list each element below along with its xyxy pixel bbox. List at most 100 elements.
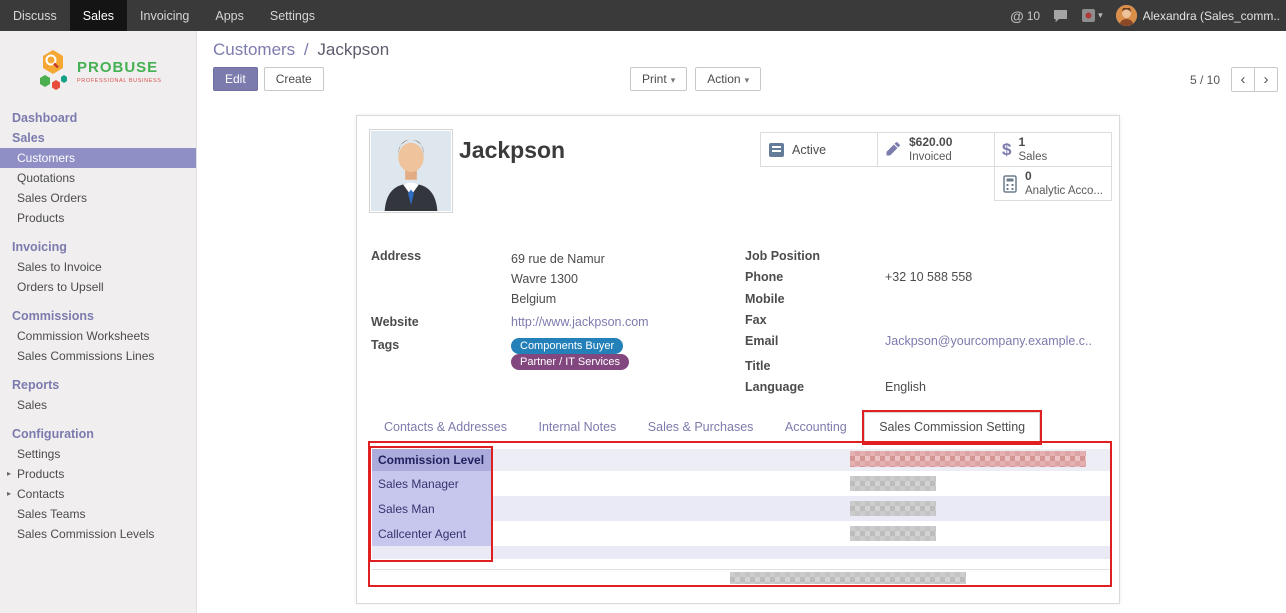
sales-stat-button[interactable]: $ 1 Sales [994,132,1112,167]
breadcrumb-current: Jackpson [317,40,389,59]
tag-partner-it-services[interactable]: Partner / IT Services [511,354,629,370]
chevron-right-icon: ▸ [7,489,11,498]
email-link[interactable]: Jackpson@yourcompany.example.c.. [885,334,1092,351]
tab-sales-commission-setting[interactable]: Sales Commission Setting [864,412,1040,443]
sidebar-item-settings[interactable]: Settings [0,444,196,464]
sidebar-item-customers[interactable]: Customers [0,148,196,168]
action-dropdown-button[interactable]: Action▾ [695,67,761,91]
pager-next-button[interactable]: › [1254,67,1278,92]
table-row-callcenter-agent[interactable]: Callcenter Agent [372,521,1111,546]
app-window: Discuss Sales Invoicing Apps Settings @ … [0,0,1286,613]
sidebar-item-quotations[interactable]: Quotations [0,168,196,188]
email-label: Email [745,334,885,351]
column-header-commission-level[interactable]: Commission Level [372,449,492,471]
sidebar-nav: Dashboard Sales Customers Quotations Sal… [0,108,196,544]
create-button[interactable]: Create [264,67,324,91]
tags-value: Components Buyer Partner / IT Services [511,338,634,370]
commission-level-cell[interactable]: Sales Man [372,496,492,521]
address-label: Address [371,249,511,309]
topbar-right: @ 10 ▾ Alexandra (Sales_comm.. [1010,5,1286,26]
analytic-accounts-stat-button[interactable]: 0 Analytic Acco... [994,166,1112,201]
customer-name-title: Jackpson [459,137,565,164]
menu-apps[interactable]: Apps [202,0,257,31]
analytic-count-value: 0 [1025,169,1032,184]
sidebar-item-sales-commission-levels[interactable]: Sales Commission Levels [0,524,196,544]
sidebar-section-invoicing[interactable]: Invoicing [0,237,196,257]
app-logo[interactable]: PROBUSE PROFESSIONAL BUSINESS [0,31,196,106]
top-bar: Discuss Sales Invoicing Apps Settings @ … [0,0,1286,31]
main-content: Customers / Jackpson Edit Create Print▾ … [197,31,1286,613]
sidebar-section-commissions[interactable]: Commissions [0,306,196,326]
mentions-button[interactable]: @ 10 [1010,8,1040,24]
job-position-label: Job Position [745,249,885,266]
invoiced-label: Invoiced [909,150,952,164]
form-buttons: Edit Create [213,67,324,91]
sales-count-label: Sales [1018,150,1047,164]
sidebar-section-reports[interactable]: Reports [0,375,196,395]
logo-title: PROBUSE [77,59,162,76]
phone-label: Phone [745,270,885,287]
dollar-icon: $ [1002,140,1011,160]
sidebar-item-sales-to-invoice[interactable]: Sales to Invoice [0,257,196,277]
tab-sales-purchases[interactable]: Sales & Purchases [634,413,768,442]
user-avatar [1116,5,1137,26]
sidebar-item-sales-teams[interactable]: Sales Teams [0,504,196,524]
redacted-header-block [850,451,1086,467]
sidebar-item-products[interactable]: Products [0,208,196,228]
table-row-sales-manager[interactable]: Sales Manager [372,471,1111,496]
sales-count-value: 1 [1018,135,1025,150]
website-link[interactable]: http://www.jackpson.com [511,315,649,332]
breadcrumb: Customers / Jackpson [213,40,389,60]
title-label: Title [745,359,885,376]
commission-level-cell[interactable]: Callcenter Agent [372,521,492,546]
debug-menu-button[interactable]: ▾ [1081,8,1103,23]
active-stat-button[interactable]: Active [760,132,878,167]
redacted-cell-block [850,476,936,491]
fields-left-column: Address 69 rue de Namur Wavre 1300 Belgi… [371,249,745,401]
commission-level-cell[interactable]: Sales Manager [372,471,492,496]
analytic-count-label: Analytic Acco... [1025,184,1103,198]
sidebar-section-sales[interactable]: Sales [0,128,196,148]
table-row-sales-man[interactable]: Sales Man [372,496,1111,521]
active-stat-label: Active [792,143,826,157]
probuse-logo-icon [36,48,70,94]
menu-sales[interactable]: Sales [70,0,127,31]
menu-invoicing[interactable]: Invoicing [127,0,202,31]
breadcrumb-separator: / [304,40,309,59]
user-menu[interactable]: Alexandra (Sales_comm.. [1116,5,1280,26]
edit-button[interactable]: Edit [213,67,258,91]
tab-internal-notes[interactable]: Internal Notes [524,413,630,442]
breadcrumb-customers-link[interactable]: Customers [213,40,295,59]
sidebar-item-commission-worksheets[interactable]: Commission Worksheets [0,326,196,346]
tag-components-buyer[interactable]: Components Buyer [511,338,623,354]
tab-contacts-addresses[interactable]: Contacts & Addresses [370,413,521,442]
pencil-icon [885,141,902,158]
menu-discuss[interactable]: Discuss [0,0,70,31]
fax-label: Fax [745,313,885,330]
pager-previous-button[interactable]: ‹ [1231,67,1255,92]
table-footer-row [372,569,1111,584]
sidebar-item-orders-to-upsell[interactable]: Orders to Upsell [0,277,196,297]
menu-settings[interactable]: Settings [257,0,328,31]
sidebar-section-dashboard[interactable]: Dashboard [0,108,196,128]
redacted-footer-block [730,572,966,584]
print-dropdown-button[interactable]: Print▾ [630,67,687,91]
phone-value: +32 10 588 558 [885,270,972,287]
table-empty-row [372,546,1111,559]
sidebar-item-sales-commissions-lines[interactable]: Sales Commissions Lines [0,346,196,366]
tab-accounting[interactable]: Accounting [771,413,861,442]
invoiced-stat-button[interactable]: $620.00 Invoiced [877,132,995,167]
mention-count: 10 [1027,9,1040,23]
invoiced-value: $620.00 [909,135,952,150]
sidebar-item-config-products[interactable]: ▸ Products [0,464,196,484]
field-grid: Address 69 rue de Namur Wavre 1300 Belgi… [371,249,1111,401]
stat-buttons: Active $620.00 Invoiced $ 1 Sales [761,133,1112,201]
sidebar-section-configuration[interactable]: Configuration [0,424,196,444]
caret-down-icon: ▾ [671,75,676,85]
sidebar-item-config-contacts[interactable]: ▸ Contacts [0,484,196,504]
sidebar-item-sales-orders[interactable]: Sales Orders [0,188,196,208]
table-header-rest [492,449,1111,471]
messages-button[interactable] [1053,9,1068,23]
caret-down-icon: ▾ [1098,10,1103,21]
sidebar-item-reports-sales[interactable]: Sales [0,395,196,415]
